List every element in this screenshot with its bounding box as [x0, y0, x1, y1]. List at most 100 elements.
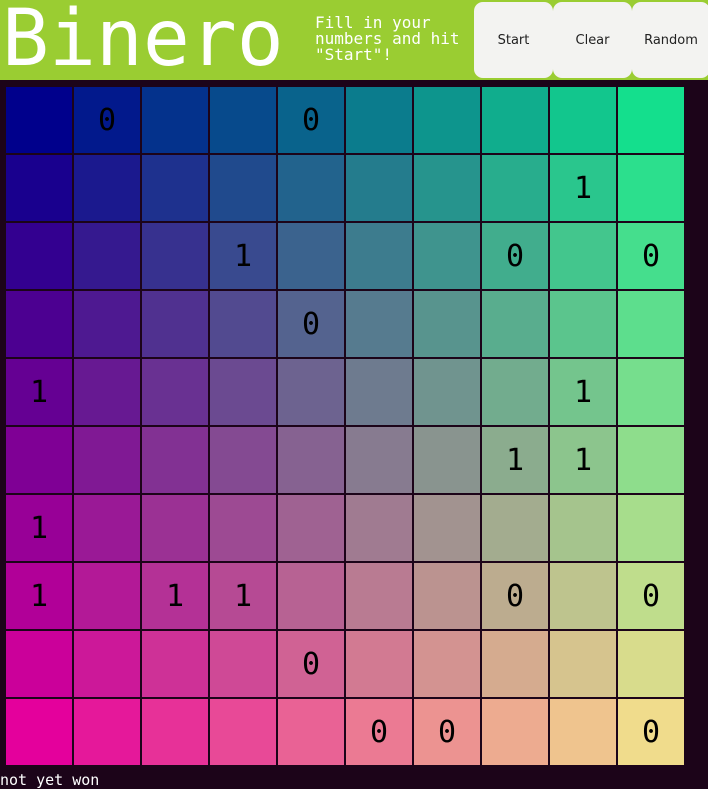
start-button[interactable]: Start — [474, 2, 553, 78]
grid-cell-r4-c1[interactable] — [73, 358, 141, 426]
clear-button[interactable]: Clear — [553, 2, 632, 78]
grid-cell-r6-c4[interactable] — [277, 494, 345, 562]
grid-cell-r7-c7[interactable]: 0 — [481, 562, 549, 630]
grid-cell-r6-c0[interactable]: 1 — [5, 494, 73, 562]
grid-cell-r0-c9[interactable] — [617, 86, 685, 154]
grid-cell-r4-c6[interactable] — [413, 358, 481, 426]
grid-cell-r9-c6[interactable]: 0 — [413, 698, 481, 766]
grid-cell-r7-c3[interactable]: 1 — [209, 562, 277, 630]
grid-cell-r8-c9[interactable] — [617, 630, 685, 698]
grid-cell-r3-c8[interactable] — [549, 290, 617, 358]
grid-cell-r8-c8[interactable] — [549, 630, 617, 698]
grid-cell-r2-c2[interactable] — [141, 222, 209, 290]
grid-cell-r4-c3[interactable] — [209, 358, 277, 426]
grid-cell-r1-c9[interactable] — [617, 154, 685, 222]
grid-cell-r2-c1[interactable] — [73, 222, 141, 290]
grid-cell-r3-c4[interactable]: 0 — [277, 290, 345, 358]
grid-cell-r3-c9[interactable] — [617, 290, 685, 358]
grid-cell-r9-c3[interactable] — [209, 698, 277, 766]
grid-cell-r5-c4[interactable] — [277, 426, 345, 494]
grid-cell-r3-c0[interactable] — [5, 290, 73, 358]
grid-cell-r8-c3[interactable] — [209, 630, 277, 698]
grid-cell-r5-c2[interactable] — [141, 426, 209, 494]
grid-cell-r7-c8[interactable] — [549, 562, 617, 630]
grid-cell-r8-c2[interactable] — [141, 630, 209, 698]
grid-cell-r4-c7[interactable] — [481, 358, 549, 426]
grid-cell-r2-c7[interactable]: 0 — [481, 222, 549, 290]
grid-cell-r1-c8[interactable]: 1 — [549, 154, 617, 222]
grid-cell-r0-c1[interactable]: 0 — [73, 86, 141, 154]
grid-cell-r0-c0[interactable] — [5, 86, 73, 154]
grid-cell-r6-c1[interactable] — [73, 494, 141, 562]
grid-cell-r4-c4[interactable] — [277, 358, 345, 426]
random-button[interactable]: Random — [632, 2, 708, 78]
grid-cell-r6-c2[interactable] — [141, 494, 209, 562]
grid-cell-r0-c3[interactable] — [209, 86, 277, 154]
grid-cell-r0-c8[interactable] — [549, 86, 617, 154]
grid-cell-r1-c5[interactable] — [345, 154, 413, 222]
grid-cell-r3-c1[interactable] — [73, 290, 141, 358]
grid-cell-r9-c0[interactable] — [5, 698, 73, 766]
grid-cell-r7-c9[interactable]: 0 — [617, 562, 685, 630]
grid-cell-r8-c4[interactable]: 0 — [277, 630, 345, 698]
grid-cell-r3-c6[interactable] — [413, 290, 481, 358]
grid-cell-r9-c5[interactable]: 0 — [345, 698, 413, 766]
grid-cell-r5-c9[interactable] — [617, 426, 685, 494]
grid-cell-r2-c4[interactable] — [277, 222, 345, 290]
grid-cell-r1-c2[interactable] — [141, 154, 209, 222]
grid-cell-r1-c6[interactable] — [413, 154, 481, 222]
grid-cell-r0-c4[interactable]: 0 — [277, 86, 345, 154]
grid-cell-r3-c5[interactable] — [345, 290, 413, 358]
grid-cell-r9-c1[interactable] — [73, 698, 141, 766]
grid-cell-r2-c6[interactable] — [413, 222, 481, 290]
grid-cell-r9-c4[interactable] — [277, 698, 345, 766]
grid-cell-r0-c6[interactable] — [413, 86, 481, 154]
grid-cell-r9-c7[interactable] — [481, 698, 549, 766]
grid-cell-r5-c0[interactable] — [5, 426, 73, 494]
grid-cell-r0-c7[interactable] — [481, 86, 549, 154]
grid-cell-r8-c1[interactable] — [73, 630, 141, 698]
grid-cell-r7-c2[interactable]: 1 — [141, 562, 209, 630]
grid-cell-r1-c1[interactable] — [73, 154, 141, 222]
grid-cell-r6-c8[interactable] — [549, 494, 617, 562]
grid-cell-r8-c0[interactable] — [5, 630, 73, 698]
grid-cell-r0-c2[interactable] — [141, 86, 209, 154]
grid-cell-r1-c7[interactable] — [481, 154, 549, 222]
grid-cell-r8-c7[interactable] — [481, 630, 549, 698]
grid-cell-r2-c0[interactable] — [5, 222, 73, 290]
grid-cell-r6-c9[interactable] — [617, 494, 685, 562]
grid-cell-r8-c6[interactable] — [413, 630, 481, 698]
grid-cell-r7-c0[interactable]: 1 — [5, 562, 73, 630]
grid-cell-r4-c2[interactable] — [141, 358, 209, 426]
grid-cell-r9-c8[interactable] — [549, 698, 617, 766]
grid-cell-r4-c0[interactable]: 1 — [5, 358, 73, 426]
grid-cell-r0-c5[interactable] — [345, 86, 413, 154]
grid-cell-r3-c2[interactable] — [141, 290, 209, 358]
grid-cell-r6-c3[interactable] — [209, 494, 277, 562]
grid-cell-r5-c7[interactable]: 1 — [481, 426, 549, 494]
grid-cell-r4-c8[interactable]: 1 — [549, 358, 617, 426]
grid-cell-r1-c3[interactable] — [209, 154, 277, 222]
grid-cell-r9-c2[interactable] — [141, 698, 209, 766]
grid-cell-r5-c8[interactable]: 1 — [549, 426, 617, 494]
grid-cell-r9-c9[interactable]: 0 — [617, 698, 685, 766]
grid-cell-r5-c6[interactable] — [413, 426, 481, 494]
grid-cell-r2-c9[interactable]: 0 — [617, 222, 685, 290]
grid-cell-r2-c8[interactable] — [549, 222, 617, 290]
grid-cell-r6-c5[interactable] — [345, 494, 413, 562]
grid-cell-r2-c5[interactable] — [345, 222, 413, 290]
grid-cell-r4-c9[interactable] — [617, 358, 685, 426]
grid-cell-r3-c3[interactable] — [209, 290, 277, 358]
grid-cell-r1-c4[interactable] — [277, 154, 345, 222]
grid-cell-r5-c1[interactable] — [73, 426, 141, 494]
grid-cell-r1-c0[interactable] — [5, 154, 73, 222]
grid-cell-r3-c7[interactable] — [481, 290, 549, 358]
grid-cell-r5-c5[interactable] — [345, 426, 413, 494]
grid-cell-r4-c5[interactable] — [345, 358, 413, 426]
grid-cell-r7-c1[interactable] — [73, 562, 141, 630]
grid-cell-r6-c6[interactable] — [413, 494, 481, 562]
grid-cell-r5-c3[interactable] — [209, 426, 277, 494]
grid-cell-r2-c3[interactable]: 1 — [209, 222, 277, 290]
grid-cell-r6-c7[interactable] — [481, 494, 549, 562]
grid-cell-r8-c5[interactable] — [345, 630, 413, 698]
